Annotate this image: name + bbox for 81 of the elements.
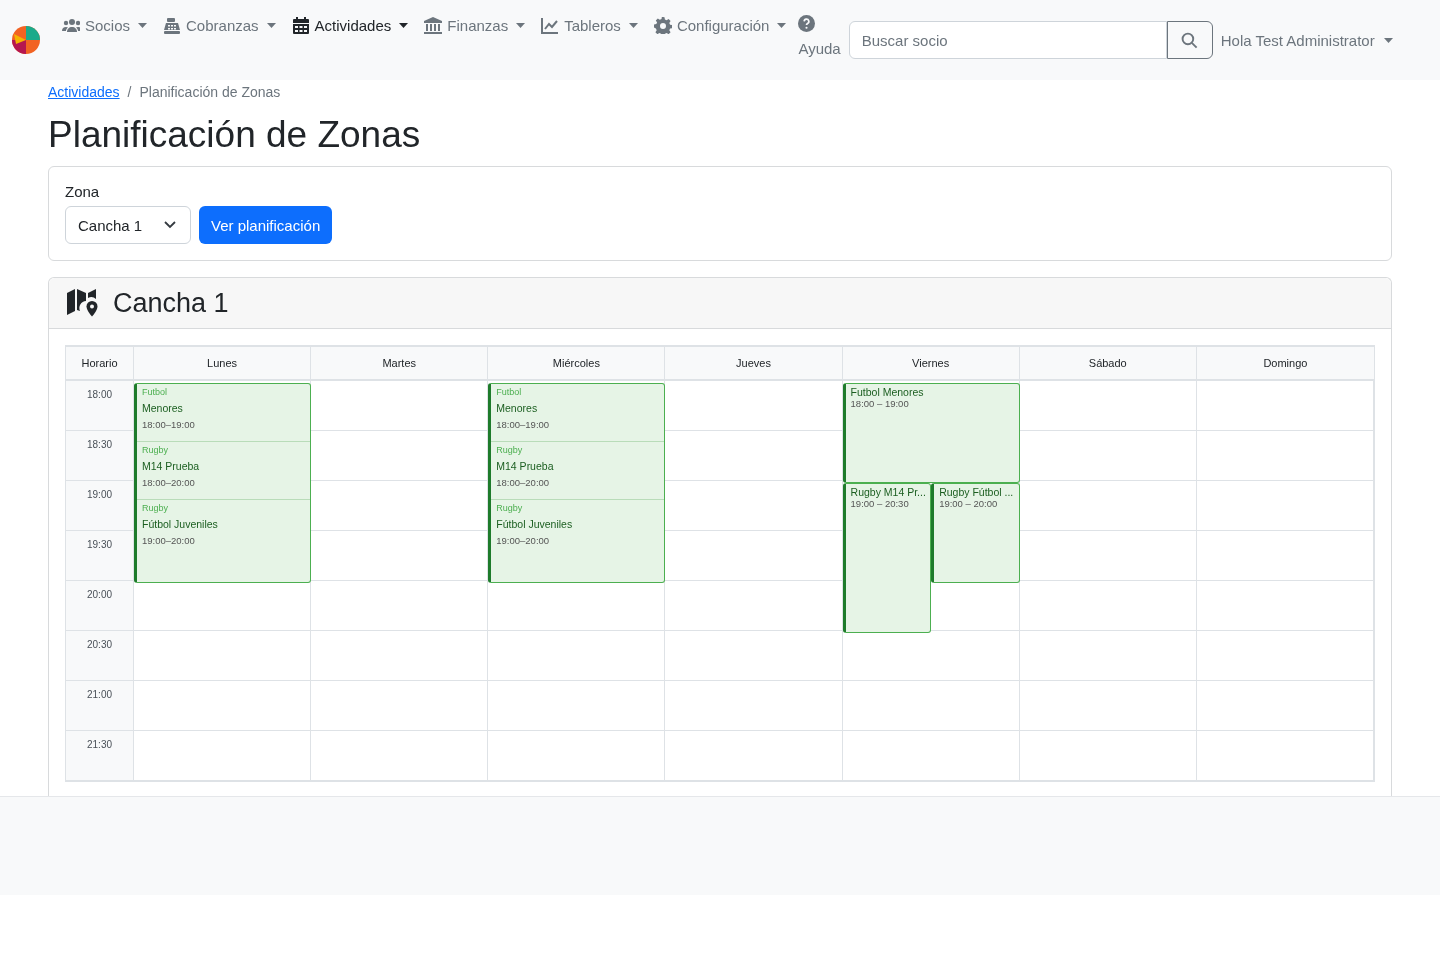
event-time: 18:00 – 19:00 <box>850 398 910 409</box>
event-category: Rugby <box>142 503 169 513</box>
calendar-icon <box>291 16 310 34</box>
event-block[interactable]: Futbol Menores 18:00 – 19:00 <box>842 383 1020 483</box>
caret-icon <box>516 22 526 28</box>
event-time: 19:00–20:00 <box>142 535 196 546</box>
settings-icon <box>653 16 672 34</box>
event-time: 19:00 – 20:00 <box>939 498 999 509</box>
event-name: Rugby M14 Pr... <box>850 486 926 498</box>
event-block[interactable]: Futbol Menores 18:00–19:00 Rugby M14 Prueba 18:00–20:00 Rugby Fútbol Juveniles 19:00–20:00 <box>488 383 666 583</box>
line-chart-icon <box>541 16 560 34</box>
page-title: Planificación de Zonas <box>48 113 422 157</box>
event-time: 18:00–19:00 <box>142 419 196 430</box>
event-category: Rugby <box>496 503 524 513</box>
help-link[interactable]: Ayuda <box>794 15 849 57</box>
event-block[interactable]: Rugby M14 Pr... 19:00 – 20:30 <box>842 483 932 633</box>
event-time: 19:00 – 20:30 <box>850 498 910 509</box>
map-pin-icon <box>67 288 99 318</box>
help-icon <box>798 15 816 32</box>
event-time: 18:00–20:00 <box>496 477 551 488</box>
nav-menu-item[interactable]: Socios <box>54 13 156 37</box>
column-header: Viernes <box>842 347 1020 381</box>
event-name: Fútbol Juveniles <box>142 518 219 530</box>
user-menu[interactable]: Hola Test Administrator <box>1220 31 1393 49</box>
nav-menu-item[interactable]: Configuración <box>645 13 795 37</box>
event-category: Rugby <box>142 445 169 455</box>
event-name: M14 Prueba <box>496 460 555 472</box>
column-header: Miércoles <box>488 347 666 381</box>
event-name: Fútbol Juveniles <box>496 518 574 530</box>
event-name: M14 Prueba <box>142 460 201 472</box>
event-category: Futbol <box>496 387 523 397</box>
search-icon <box>1181 31 1199 49</box>
event-block[interactable]: Futbol Menores 18:00–19:00 Rugby M14 Prueba 18:00–20:00 Rugby Fútbol Juveniles 19:00–20:00 <box>134 383 312 583</box>
column-header: Martes <box>311 347 489 381</box>
bank-icon <box>424 16 443 34</box>
event-block[interactable]: Rugby Fútbol ... 19:00 – 20:00 <box>931 483 1020 583</box>
time-label: 21:00 <box>66 681 134 731</box>
time-label: 20:00 <box>66 581 134 631</box>
event-name: Menores <box>142 402 184 414</box>
nav-menu-item[interactable]: Actividades <box>283 13 417 37</box>
search-button[interactable] <box>1166 21 1213 59</box>
caret-icon <box>777 22 787 28</box>
event-name: Rugby Fútbol ... <box>939 486 1014 498</box>
caret-icon <box>1383 37 1393 43</box>
caret-icon <box>138 22 148 28</box>
breadcrumb-current: Planificación de Zonas <box>139 84 281 100</box>
cash-register-icon <box>163 16 182 34</box>
caret-icon <box>628 22 638 28</box>
event-time: 19:00–20:00 <box>496 535 551 546</box>
nav-menu-item[interactable]: Finanzas <box>416 13 534 37</box>
time-label: 21:30 <box>66 731 134 781</box>
event-category: Futbol <box>142 387 168 397</box>
caret-icon <box>399 22 409 28</box>
time-label: 19:30 <box>66 531 134 581</box>
nav-menu-item[interactable]: Tableros <box>533 13 646 37</box>
time-label: 19:00 <box>66 481 134 531</box>
logo-icon <box>12 26 40 54</box>
time-label: 18:30 <box>66 431 134 481</box>
column-header: Jueves <box>665 347 843 381</box>
time-label: 20:30 <box>66 631 134 681</box>
caret-icon <box>266 22 276 28</box>
column-header: Horario <box>66 347 134 381</box>
card-header: Cancha 1 <box>49 278 1391 329</box>
column-header: Lunes <box>134 347 312 381</box>
event-time: 18:00–19:00 <box>496 419 551 430</box>
time-label: 18:00 <box>66 381 134 431</box>
event-category: Rugby <box>496 445 524 455</box>
view-plan-button[interactable]: Ver planificación <box>199 206 333 244</box>
chevron-down-icon <box>164 221 176 229</box>
event-name: Menores <box>496 402 539 414</box>
search-field[interactable]: Buscar socio <box>848 21 1167 59</box>
zone-select[interactable]: Cancha 1 <box>65 206 191 244</box>
event-name: Futbol Menores <box>850 386 925 398</box>
event-time: 18:00–20:00 <box>142 477 196 488</box>
field-label: Zona <box>65 183 101 200</box>
users-icon <box>62 16 80 34</box>
breadcrumb-separator: / <box>127 84 132 100</box>
column-header: Sábado <box>1019 347 1197 381</box>
column-header: Domingo <box>1196 347 1374 381</box>
breadcrumb-link[interactable]: Actividades <box>48 84 120 100</box>
nav-menu-item[interactable]: Cobranzas <box>155 13 284 37</box>
